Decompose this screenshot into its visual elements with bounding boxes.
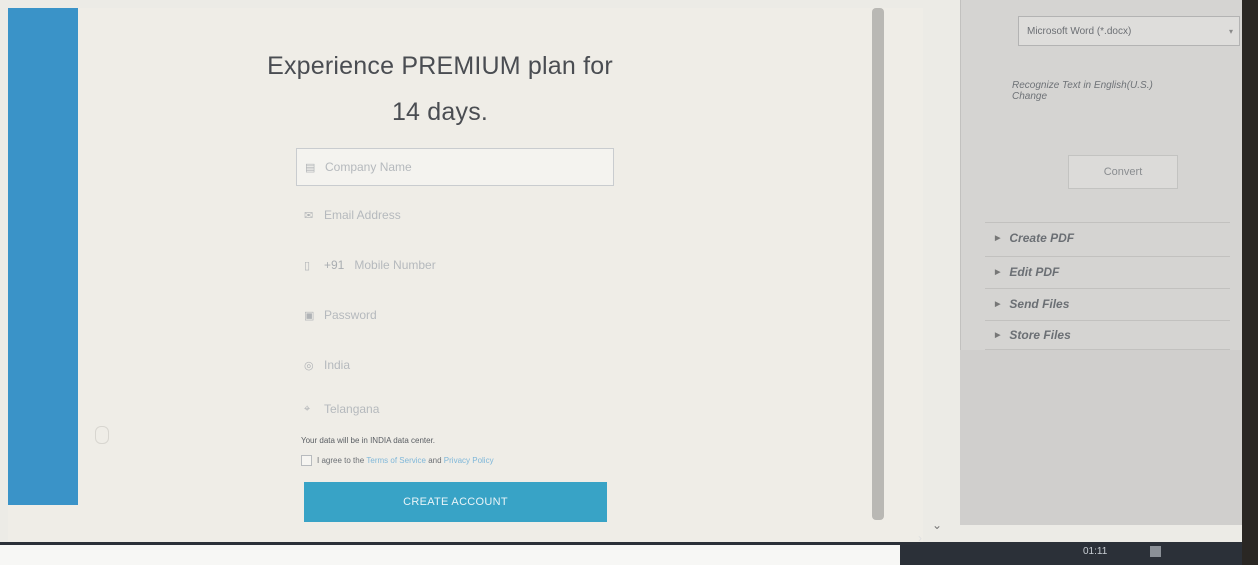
data-center-note: Your data will be in INDIA data center. <box>301 436 436 445</box>
building-icon: ▤ <box>305 161 316 174</box>
password-input[interactable]: ▣ Password <box>296 296 614 334</box>
chevron-right-icon[interactable]: › <box>918 531 922 545</box>
expand-arrow-icon: ▶ <box>995 268 1001 276</box>
page-scrollbar[interactable] <box>872 8 884 520</box>
recognize-text-label: Recognize Text in English(U.S.) <box>1012 80 1153 91</box>
section-label: Store Files <box>1009 328 1071 342</box>
expand-arrow-icon: ▶ <box>995 234 1001 242</box>
section-label: Edit PDF <box>1009 264 1060 279</box>
page-title-line-2: 14 days. <box>391 98 489 126</box>
change-language-link[interactable]: Change <box>1012 91 1222 102</box>
country-select[interactable]: ◎ India <box>296 346 614 384</box>
agree-and-text: and <box>428 456 442 465</box>
terms-checkbox[interactable] <box>301 455 312 466</box>
section-label: Send Files <box>1009 296 1070 311</box>
company-name-placeholder: Company Name <box>325 160 412 174</box>
lock-icon: ▣ <box>304 309 315 322</box>
notification-icon[interactable] <box>1150 546 1161 557</box>
chevron-down-icon[interactable]: ⌄ <box>932 518 942 532</box>
output-format-select[interactable]: Microsoft Word (*.docx) ▾ <box>1018 16 1240 46</box>
mobile-placeholder: Mobile Number <box>354 258 436 272</box>
page-title-line-1: Experience PREMIUM plan for <box>267 52 613 80</box>
taskbar-clock[interactable]: 01:11 <box>1083 546 1107 557</box>
company-name-input[interactable]: ▤ Company Name <box>296 148 614 186</box>
terms-link[interactable]: Terms of Service <box>366 456 426 465</box>
globe-icon: ◎ <box>304 359 314 372</box>
state-value: Telangana <box>324 402 380 416</box>
privacy-link[interactable]: Privacy Policy <box>444 456 494 465</box>
mobile-input[interactable]: ▯ +91 Mobile Number <box>296 246 614 284</box>
convert-button[interactable]: Convert <box>1068 155 1178 189</box>
taskbar-light-area <box>0 545 900 565</box>
expand-arrow-icon: ▶ <box>995 300 1001 308</box>
envelope-icon: ✉ <box>304 209 314 222</box>
output-format-value: Microsoft Word (*.docx) <box>1027 25 1132 37</box>
section-store-files[interactable]: ▶ Store Files <box>985 320 1230 350</box>
mouse-icon <box>95 426 109 444</box>
create-account-button[interactable]: CREATE ACCOUNT <box>304 482 607 522</box>
monitor-bezel <box>1242 0 1258 565</box>
chevron-down-icon: ▾ <box>1228 26 1233 36</box>
section-edit-pdf[interactable]: ▶ Edit PDF <box>985 256 1230 286</box>
phone-icon: ▯ <box>304 259 311 272</box>
email-input[interactable]: ✉ Email Address <box>296 196 614 234</box>
section-create-pdf[interactable]: ▶ Create PDF <box>985 222 1230 252</box>
tools-panel-empty-area <box>960 350 1242 525</box>
email-placeholder: Email Address <box>324 208 401 222</box>
state-select[interactable]: ⌖ Telangana <box>296 390 614 428</box>
section-send-files[interactable]: ▶ Send Files <box>985 288 1230 318</box>
password-placeholder: Password <box>324 308 377 322</box>
location-pin-icon: ⌖ <box>304 402 311 415</box>
side-banner <box>8 8 78 505</box>
country-code[interactable]: +91 <box>324 258 344 272</box>
expand-arrow-icon: ▶ <box>995 332 1001 339</box>
section-label: Create PDF <box>1009 230 1075 245</box>
agree-text: I agree to the <box>317 456 365 465</box>
ocr-language: Recognize Text in English(U.S.) Change <box>1012 80 1222 102</box>
country-value: India <box>324 358 351 372</box>
terms-agreement: I agree to the Terms of Service and Priv… <box>301 455 494 466</box>
